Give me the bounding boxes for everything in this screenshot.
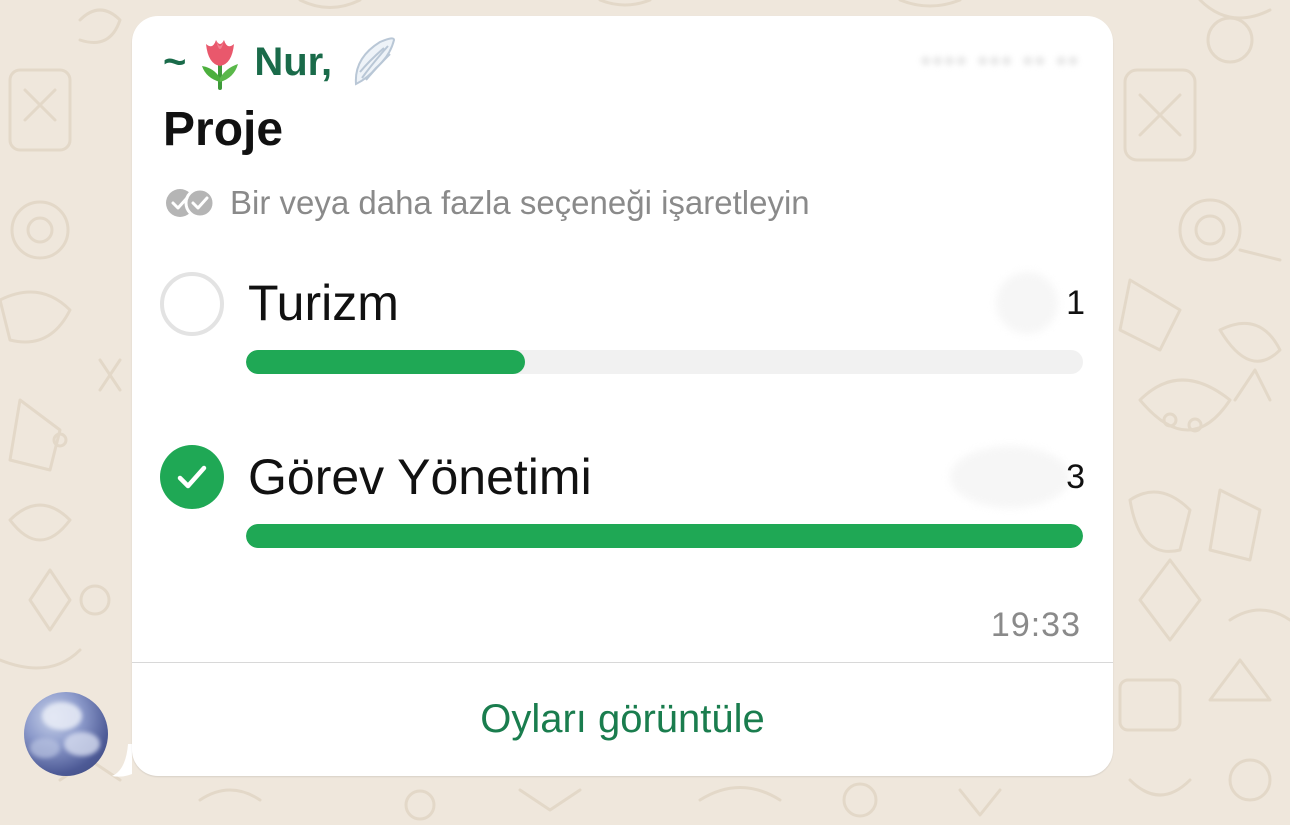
poll-option-turizm[interactable]: Turizm 1 bbox=[160, 270, 1085, 400]
wing-icon bbox=[350, 34, 398, 90]
blurred-phone-number: •••• ••• •• •• bbox=[919, 42, 1079, 80]
voter-avatars-blurred bbox=[950, 446, 1070, 508]
option-label: Turizm bbox=[248, 275, 399, 331]
sender-name: Nur, bbox=[254, 39, 333, 84]
instruction-text: Bir veya daha fazla seçeneği işaretleyin bbox=[230, 184, 810, 221]
option-radio-checked[interactable] bbox=[160, 445, 224, 509]
message-timestamp: 19:33 bbox=[990, 606, 1081, 644]
view-votes-button[interactable]: Oyları görüntüle bbox=[132, 663, 1113, 776]
option-progress-track bbox=[246, 350, 1083, 374]
poll-title: Proje bbox=[163, 103, 284, 156]
option-progress-track bbox=[246, 524, 1083, 548]
avatar-cloud bbox=[64, 732, 100, 756]
sender-name-row[interactable]: ~ Nur, bbox=[163, 34, 398, 90]
option-vote-count: 3 bbox=[1066, 458, 1085, 496]
poll-option-gorev-yonetimi[interactable]: Görev Yönetimi 3 bbox=[160, 444, 1085, 574]
option-label: Görev Yönetimi bbox=[248, 449, 592, 505]
voter-avatar-blurred bbox=[996, 272, 1058, 334]
option-vote-count: 1 bbox=[1066, 284, 1085, 322]
avatar-cloud bbox=[30, 738, 60, 758]
option-progress-fill bbox=[246, 524, 1083, 548]
sender-prefix: ~ bbox=[163, 39, 187, 84]
double-check-icon bbox=[164, 185, 218, 221]
sender-avatar[interactable] bbox=[24, 692, 108, 776]
checkmark-icon bbox=[177, 465, 207, 489]
poll-message-bubble[interactable]: ~ Nur, •••• ••• •• •• Proje Bir veya dah… bbox=[132, 16, 1113, 776]
tulip-icon bbox=[196, 34, 244, 90]
option-radio-unchecked[interactable] bbox=[160, 272, 224, 336]
avatar-cloud bbox=[42, 702, 82, 730]
poll-instruction: Bir veya daha fazla seçeneği işaretleyin bbox=[164, 184, 810, 222]
option-progress-fill bbox=[246, 350, 525, 374]
